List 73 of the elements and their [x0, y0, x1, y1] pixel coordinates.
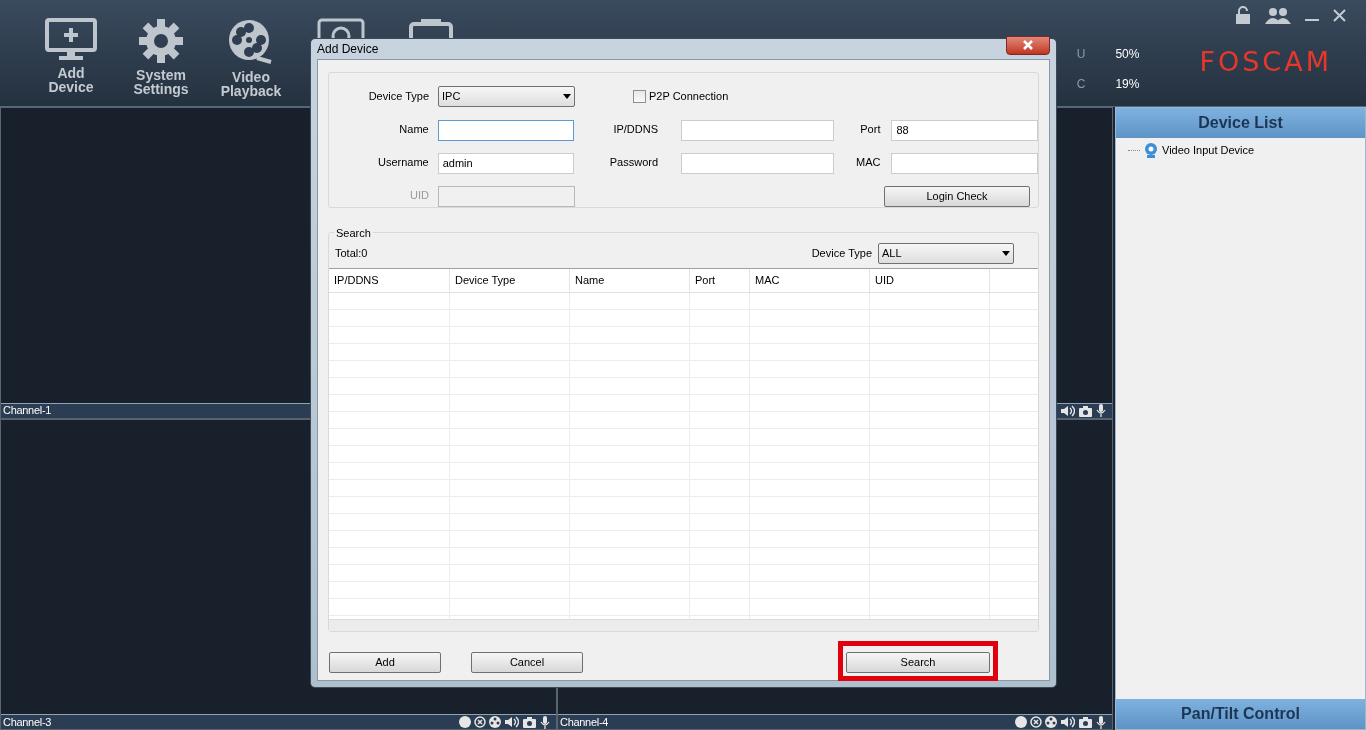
- close-circle-icon[interactable]: [1030, 716, 1042, 728]
- field-label: Device Type: [367, 88, 429, 104]
- close-icon: [1023, 40, 1033, 50]
- field-label: UID: [409, 187, 429, 203]
- text-field[interactable]: admin: [437, 152, 575, 174]
- field-label: Password: [608, 154, 659, 170]
- gear-icon: [138, 18, 184, 64]
- checkbox-label: P2P Connection: [649, 88, 729, 104]
- users-icon[interactable]: [1265, 6, 1291, 24]
- text-field[interactable]: [681, 152, 834, 174]
- stat-value: 19%: [1115, 76, 1140, 93]
- speaker-icon[interactable]: [1060, 404, 1075, 417]
- field-label: Username: [376, 154, 429, 170]
- record-dot-icon[interactable]: [459, 716, 471, 728]
- text-field[interactable]: [891, 152, 1038, 174]
- dialog-button[interactable]: Cancel: [471, 651, 583, 673]
- stat-label: U: [1076, 46, 1086, 63]
- microphone-icon[interactable]: [540, 715, 550, 729]
- column-header[interactable]: IP/DDNS: [329, 269, 450, 292]
- toolbar-button[interactable]: Video Playback: [220, 18, 282, 98]
- panel-footer[interactable]: Pan/Tilt Control: [1116, 699, 1365, 729]
- record-dot-icon[interactable]: [1015, 716, 1027, 728]
- clipboard-icon: [407, 18, 455, 40]
- text-field[interactable]: [681, 119, 834, 141]
- microphone-icon[interactable]: [1096, 404, 1106, 417]
- column-header[interactable]: Device Type: [450, 269, 570, 292]
- total-count: Total:0: [335, 245, 368, 261]
- field-label: Device Type: [811, 245, 872, 261]
- text-field[interactable]: 88: [891, 119, 1038, 141]
- column-header[interactable]: MAC: [750, 269, 870, 292]
- text-field[interactable]: [437, 119, 575, 141]
- close-circle-icon[interactable]: [474, 716, 486, 728]
- reel-icon[interactable]: [489, 716, 501, 728]
- dialog-button[interactable]: Login Check: [884, 185, 1030, 207]
- toolbar-button[interactable]: Add Device: [40, 18, 102, 94]
- field-label: IP/DDNS: [612, 121, 659, 137]
- field-label: Name: [398, 121, 429, 137]
- dropdown[interactable]: IPC: [438, 85, 575, 107]
- field-label: MAC: [855, 154, 881, 170]
- channel-label: Channel-1: [2, 405, 52, 416]
- toolbar-button[interactable]: System Settings: [130, 18, 192, 96]
- caret-icon: [1002, 250, 1010, 256]
- dropdown[interactable]: ALL: [878, 242, 1014, 264]
- speaker-icon[interactable]: [504, 716, 519, 728]
- channel-label: Channel-3: [2, 716, 52, 728]
- camera-icon[interactable]: [1078, 716, 1093, 728]
- stat-label: C: [1076, 76, 1086, 93]
- close-icon[interactable]: [1333, 8, 1346, 22]
- webcam-icon: [1144, 142, 1158, 158]
- brand-logo: FOSCAM: [1199, 45, 1332, 79]
- dialog-button[interactable]: Search: [846, 651, 990, 673]
- camera-icon[interactable]: [1078, 404, 1093, 417]
- tree-item[interactable]: Video Input Device: [1128, 142, 1365, 159]
- camera-icon[interactable]: [522, 716, 537, 728]
- speaker-icon[interactable]: [1060, 716, 1075, 728]
- caret-icon: [563, 93, 571, 99]
- checkbox[interactable]: [633, 89, 646, 103]
- stat-value: 50%: [1115, 46, 1140, 63]
- dialog-button[interactable]: Add: [329, 651, 441, 673]
- microphone-icon[interactable]: [1096, 715, 1106, 729]
- panel-title: Pan/Tilt Control: [1181, 704, 1300, 724]
- panel-title: Device List: [1198, 113, 1283, 133]
- channel-label: Channel-4: [559, 716, 609, 728]
- column-header[interactable]: UID: [870, 269, 990, 292]
- horizontal-scrollbar[interactable]: [329, 619, 1038, 631]
- dialog-title: Add Device: [317, 41, 379, 58]
- reel-icon[interactable]: [1045, 716, 1057, 728]
- column-header[interactable]: Port: [690, 269, 750, 292]
- tv-icon: [317, 18, 365, 40]
- column-header[interactable]: Name: [570, 269, 690, 292]
- field-label: Port: [859, 121, 881, 137]
- lock-icon[interactable]: [1235, 6, 1251, 24]
- monitor-plus-icon: [45, 18, 97, 62]
